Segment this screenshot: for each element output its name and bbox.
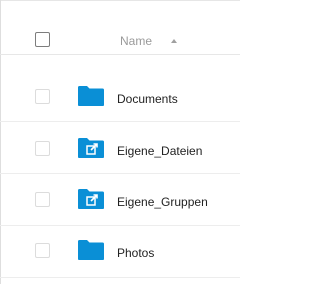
row-checkbox[interactable] (35, 89, 50, 104)
row-checkbox[interactable] (35, 192, 50, 207)
file-name[interactable]: Documents (117, 92, 178, 106)
row-checkbox[interactable] (35, 243, 50, 258)
name-column-header[interactable]: Name (120, 34, 152, 48)
file-name[interactable]: Photos (117, 246, 154, 260)
shared-link-folder-icon (78, 189, 104, 209)
shared-link-folder-icon (78, 138, 104, 158)
folder-icon (78, 240, 104, 260)
file-name[interactable]: Eigene_Gruppen (117, 195, 208, 209)
select-all-checkbox[interactable] (35, 32, 50, 47)
sort-ascending-icon[interactable] (171, 39, 177, 43)
file-name[interactable]: Eigene_Dateien (117, 144, 202, 158)
row-checkbox[interactable] (35, 141, 50, 156)
file-list: Name Documents Eigene_Dateien Eigene_Gru… (0, 0, 240, 284)
folder-icon (78, 86, 104, 106)
